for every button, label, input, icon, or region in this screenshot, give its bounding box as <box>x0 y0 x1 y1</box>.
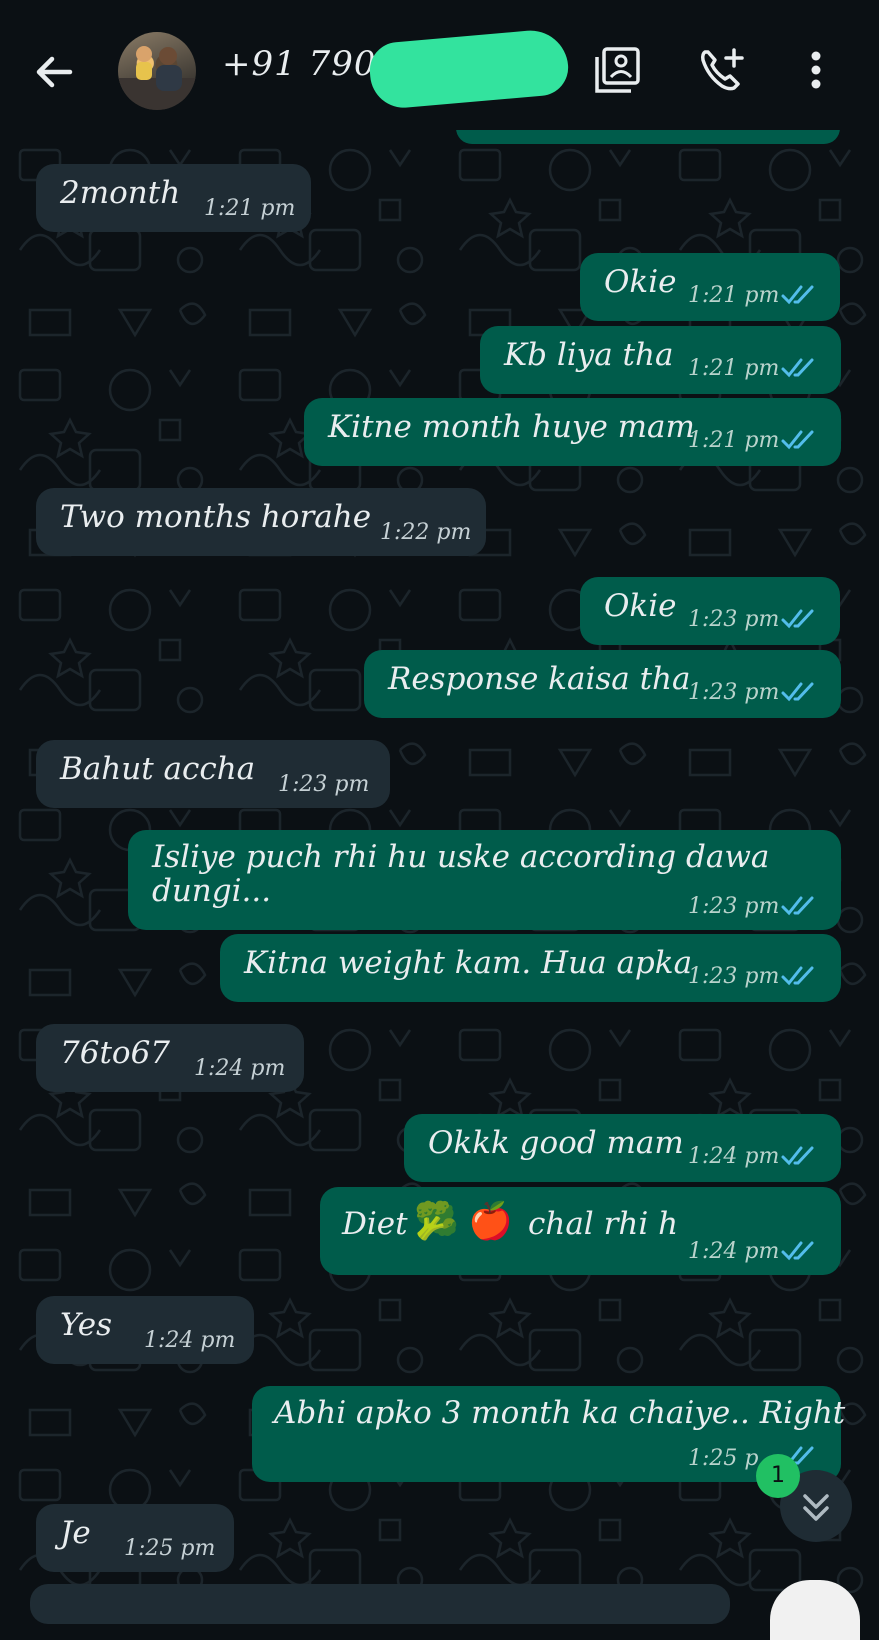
message-outgoing[interactable]: Kitne month huye mam 1:21 pm <box>304 398 841 466</box>
redaction-mark <box>367 27 571 111</box>
read-receipt-icon <box>780 680 818 704</box>
message-text: Okkk good mam <box>428 1125 684 1161</box>
message-outgoing[interactable]: Kitna weight kam. Hua apka 1:23 pm <box>220 934 841 1002</box>
read-receipt-icon <box>780 283 818 307</box>
broccoli-emoji: 🥦 <box>414 1201 459 1242</box>
apple-emoji: 🍎 <box>468 1201 513 1242</box>
read-receipt-icon <box>780 1239 818 1263</box>
message-time: 1:24 pm <box>194 1056 286 1081</box>
next-message-bubble[interactable] <box>30 1584 730 1624</box>
message-text: Two months horahe <box>60 499 372 535</box>
avatar[interactable] <box>118 32 196 110</box>
message-time: 1:22 pm <box>380 520 472 545</box>
chat-header: +91 79052 <box>0 0 879 130</box>
message-text: Kitne month huye mam <box>328 409 695 445</box>
message-outgoing[interactable]: Okkk good mam 1:24 pm <box>404 1114 841 1182</box>
read-receipt-icon <box>780 428 818 452</box>
message-time: 1:24 pm <box>688 1239 780 1264</box>
message-outgoing[interactable]: Okie 1:21 pm <box>580 253 840 321</box>
read-receipt-icon <box>780 964 818 988</box>
more-vert-icon[interactable] <box>804 44 828 96</box>
message-time: 1:23 pm <box>688 607 780 632</box>
read-receipt-icon <box>780 607 818 631</box>
add-call-icon[interactable] <box>696 44 748 96</box>
message-outgoing[interactable]: Kb liya tha 1:21 pm <box>480 326 841 394</box>
message-text: Kb liya tha <box>504 337 674 373</box>
message-text-line1: Isliye puch rhi hu uske according dawa <box>152 839 770 875</box>
message-outgoing[interactable]: Abhi apko 3 month ka chaiye.. Right 1:25… <box>252 1386 845 1482</box>
message-time: 1:23 pm <box>278 772 370 797</box>
message-time: 1:23 pm <box>688 680 780 705</box>
message-time: 1:23 pm <box>688 964 780 989</box>
message-text: Okie <box>604 588 677 624</box>
message-incoming[interactable]: 2month 1:21 pm <box>36 164 311 232</box>
message-time: 1:21 pm <box>688 356 780 381</box>
message-text: Kitna weight kam. Hua apka <box>244 945 693 981</box>
contact-card-icon[interactable] <box>592 44 644 96</box>
message-text: 76to67 <box>60 1035 171 1071</box>
read-receipt-icon <box>780 894 818 918</box>
message-incoming[interactable]: Je 1:25 pm <box>36 1504 234 1572</box>
message-incoming[interactable]: 76to67 1:24 pm <box>36 1024 304 1092</box>
message-text: Abhi apko 3 month ka chaiye.. Right <box>274 1395 846 1431</box>
message-text-suffix: chal rhi h <box>528 1206 679 1242</box>
read-receipt-icon <box>780 356 818 380</box>
message-time: 1:25 p <box>688 1446 759 1471</box>
message-time: 1:21 pm <box>688 428 780 453</box>
message-text-line2: dungi... <box>152 873 272 909</box>
message-outgoing[interactable]: Isliye puch rhi hu uske according dawa d… <box>128 830 841 930</box>
message-time: 1:24 pm <box>144 1328 236 1353</box>
message-text: Bahut accha <box>60 751 256 787</box>
message-text: Yes <box>60 1307 113 1343</box>
message-outgoing[interactable]: Response kaisa tha 1:23 pm <box>364 650 841 718</box>
message-time: 1:21 pm <box>688 283 780 308</box>
message-time: 1:24 pm <box>688 1144 780 1169</box>
message-time: 1:23 pm <box>688 894 780 919</box>
back-arrow-icon[interactable] <box>30 48 78 96</box>
message-time: 1:25 pm <box>124 1536 216 1561</box>
message-text: 2month <box>60 175 181 211</box>
message-incoming[interactable]: Two months horahe 1:22 pm <box>36 488 486 556</box>
previous-message-bubble[interactable] <box>456 128 840 144</box>
read-receipt-icon <box>780 1144 818 1168</box>
message-incoming[interactable]: Yes 1:24 pm <box>36 1296 254 1364</box>
unread-count-badge: 1 <box>756 1454 800 1498</box>
message-incoming[interactable]: Bahut accha 1:23 pm <box>36 740 390 808</box>
message-text-prefix: Diet <box>342 1206 408 1242</box>
message-text: Okie <box>604 264 677 300</box>
message-outgoing[interactable]: Okie 1:23 pm <box>580 577 840 645</box>
message-text: Je <box>60 1515 91 1551</box>
message-outgoing[interactable]: Diet 🥦 🍎 chal rhi h 1:24 pm <box>320 1187 841 1275</box>
message-time: 1:21 pm <box>204 196 296 221</box>
message-text: Response kaisa tha <box>388 661 691 697</box>
